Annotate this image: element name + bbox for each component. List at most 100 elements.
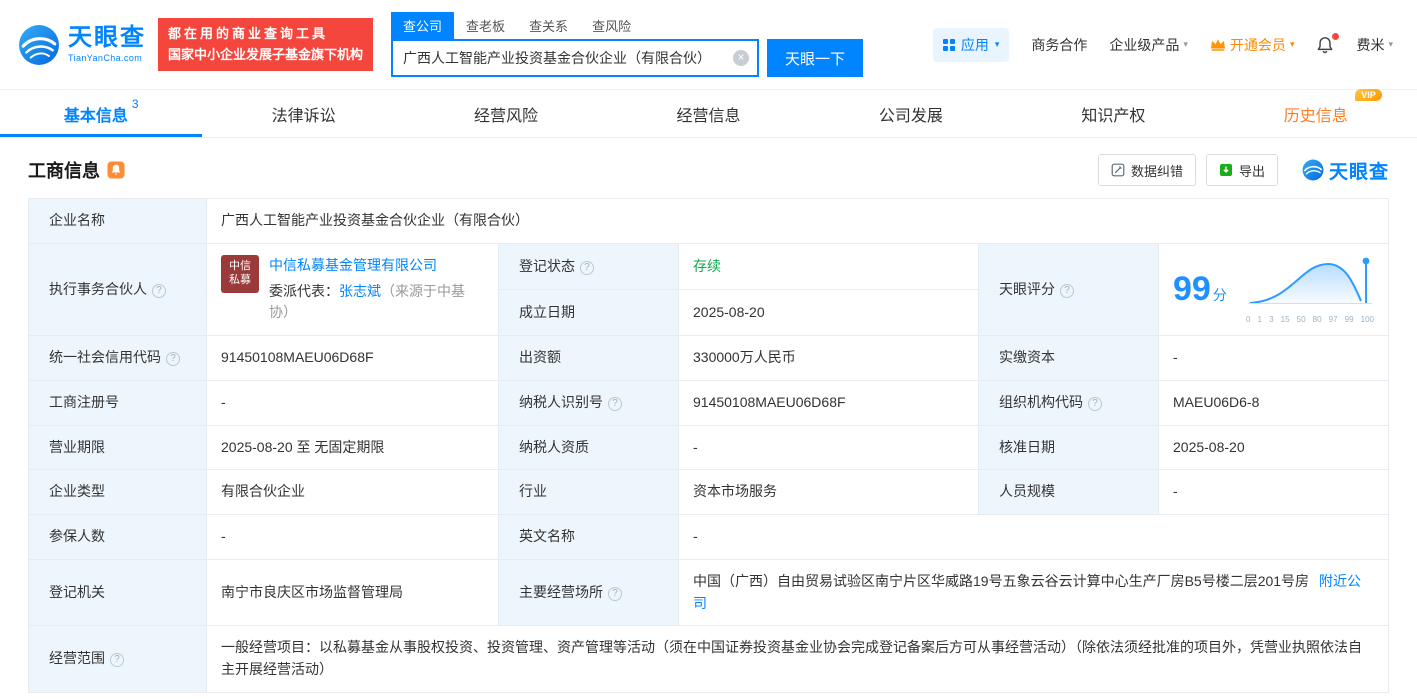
row-company-name: 企业名称 广西人工智能产业投资基金合伙企业（有限合伙）: [29, 199, 1389, 244]
value-establish-date: 2025-08-20: [679, 290, 979, 336]
export-button[interactable]: 导出: [1206, 154, 1278, 186]
watermark-text: 天眼查: [1329, 157, 1389, 184]
info-icon[interactable]: ?: [166, 352, 180, 366]
label-taxpayer-quality: 纳税人资质: [499, 425, 679, 470]
tab-label: 法律诉讼: [272, 102, 336, 126]
label-tianyan-score: 天眼评分?: [979, 243, 1159, 336]
tab-legal-proceedings[interactable]: 法律诉讼: [202, 90, 404, 137]
tab-label: 经营信息: [676, 102, 740, 126]
value-registration-number: -: [207, 381, 499, 426]
row-credit-code: 统一社会信用代码? 91450108MAEU06D68F 出资额 330000万…: [29, 336, 1389, 381]
value-company-type: 有限合伙企业: [207, 470, 499, 515]
tab-operating-info[interactable]: 经营信息: [607, 90, 809, 137]
label-company-type: 企业类型: [29, 470, 207, 515]
export-excel-icon: [1219, 163, 1233, 177]
info-icon[interactable]: ?: [1088, 397, 1102, 411]
section-title-text: 工商信息: [28, 157, 100, 183]
search-tab-relation[interactable]: 查关系: [517, 12, 580, 39]
tab-intellectual-property[interactable]: 知识产权: [1012, 90, 1214, 137]
search-tab-boss[interactable]: 查老板: [454, 12, 517, 39]
value-taxpayer-quality: -: [679, 425, 979, 470]
value-org-code: MAEU06D6-8: [1159, 381, 1389, 426]
info-icon[interactable]: ?: [110, 653, 124, 667]
label-staff-size: 人员规模: [979, 470, 1159, 515]
value-english-name: -: [679, 515, 1389, 560]
clear-search-icon[interactable]: ×: [733, 50, 749, 66]
row-insured-count: 参保人数 - 英文名称 -: [29, 515, 1389, 560]
search-button[interactable]: 天眼一下: [767, 39, 863, 77]
company-page-tabs: 基本信息 3 法律诉讼 经营风险 经营信息 公司发展 知识产权 历史信息 VIP: [0, 90, 1417, 138]
slogan-line-1: 都在用的商业查询工具: [168, 24, 363, 45]
tab-label: 知识产权: [1081, 102, 1145, 126]
value-executive-partner: 中信 私募 中信私募基金管理有限公司 委派代表：张志斌（来源于中基协）: [207, 243, 499, 336]
tianyancha-logo[interactable]: 天眼查 TianYanCha.com: [18, 24, 146, 66]
tianyancha-watermark-logo: 天眼查: [1302, 157, 1389, 184]
user-menu[interactable]: 费米 ▾: [1356, 35, 1393, 55]
chevron-down-icon: ▾: [995, 39, 1000, 50]
info-icon[interactable]: ?: [608, 587, 622, 601]
value-taxpayer-id: 91450108MAEU06D68F: [679, 381, 979, 426]
tab-label: 基本信息: [64, 102, 128, 126]
chevron-down-icon: ▾: [1183, 39, 1188, 50]
value-business-address: 中国（广西）自由贸易试验区南宁片区华威路19号五象云谷云计算中心生产厂房B5号楼…: [679, 559, 1389, 625]
search-input[interactable]: [403, 50, 727, 66]
tab-history-info[interactable]: 历史信息 VIP: [1215, 90, 1417, 137]
nav-label: 企业级产品: [1109, 35, 1179, 55]
chevron-down-icon: ▾: [1290, 39, 1295, 50]
value-insured-count: -: [207, 515, 499, 560]
username: 费米: [1356, 35, 1384, 55]
label-approval-date: 核准日期: [979, 425, 1159, 470]
subscribe-bell-icon[interactable]: [107, 161, 125, 179]
button-label: 数据纠错: [1131, 161, 1183, 180]
info-icon[interactable]: ?: [1060, 284, 1074, 298]
button-label: 导出: [1239, 161, 1265, 180]
brand-name: 天眼查: [68, 26, 146, 50]
apps-grid-icon: [943, 39, 955, 51]
value-staff-size: -: [1159, 470, 1389, 515]
section-header: 工商信息 数据纠错 导出: [28, 154, 1389, 186]
row-business-term: 营业期限 2025-08-20 至 无固定期限 纳税人资质 - 核准日期 202…: [29, 425, 1389, 470]
nav-business-cooperation[interactable]: 商务合作: [1031, 35, 1087, 55]
value-approval-date: 2025-08-20: [1159, 425, 1389, 470]
tab-basic-info[interactable]: 基本信息 3: [0, 90, 202, 137]
row-company-type: 企业类型 有限合伙企业 行业 资本市场服务 人员规模 -: [29, 470, 1389, 515]
partner-company-link[interactable]: 中信私募基金管理有限公司: [269, 257, 437, 273]
value-registration-authority: 南宁市良庆区市场监督管理局: [207, 559, 499, 625]
search-tab-company[interactable]: 查公司: [391, 12, 454, 39]
info-icon[interactable]: ?: [608, 397, 622, 411]
score-curve-icon: [1246, 255, 1374, 309]
tianyancha-logo-icon: [1302, 159, 1324, 181]
search-area: 查公司 查老板 查关系 查风险 × 天眼一下: [391, 12, 863, 77]
info-icon[interactable]: ?: [152, 284, 166, 298]
label-company-name: 企业名称: [29, 199, 207, 244]
score-axis-ticks: 0131550809799100: [1246, 316, 1374, 324]
nav-label: 商务合作: [1031, 35, 1087, 55]
apps-menu[interactable]: 应用 ▾: [933, 28, 1010, 62]
tab-company-development[interactable]: 公司发展: [810, 90, 1012, 137]
value-industry: 资本市场服务: [679, 470, 979, 515]
nav-enterprise-products[interactable]: 企业级产品 ▾: [1109, 35, 1188, 55]
partner-rep-link[interactable]: 张志斌: [339, 283, 381, 299]
apps-label: 应用: [961, 35, 989, 55]
tianyancha-logo-icon: [18, 24, 60, 66]
notifications-bell[interactable]: [1316, 36, 1334, 54]
info-icon[interactable]: ?: [580, 261, 594, 275]
value-company-name: 广西人工智能产业投资基金合伙企业（有限合伙）: [207, 199, 1389, 244]
business-info-table: 企业名称 广西人工智能产业投资基金合伙企业（有限合伙） 执行事务合伙人? 中信 …: [28, 198, 1389, 693]
label-registration-authority: 登记机关: [29, 559, 207, 625]
nav-upgrade-vip[interactable]: 开通会员 ▾: [1210, 35, 1295, 55]
partner-text: 中信私募基金管理有限公司 委派代表：张志斌（来源于中基协）: [269, 255, 484, 324]
label-business-term: 营业期限: [29, 425, 207, 470]
label-registration-status: 登记状态?: [499, 243, 679, 289]
label-business-scope: 经营范围?: [29, 626, 207, 692]
tab-label: 经营风险: [474, 102, 538, 126]
tab-operating-risk[interactable]: 经营风险: [405, 90, 607, 137]
label-industry: 行业: [499, 470, 679, 515]
top-bar: 天眼查 TianYanCha.com 都在用的商业查询工具 国家中小企业发展子基…: [0, 0, 1417, 90]
row-registration-authority: 登记机关 南宁市良庆区市场监督管理局 主要经营场所? 中国（广西）自由贸易试验区…: [29, 559, 1389, 625]
search-tab-risk[interactable]: 查风险: [580, 12, 643, 39]
score-number[interactable]: 99分: [1173, 263, 1227, 316]
data-correction-button[interactable]: 数据纠错: [1098, 154, 1196, 186]
partner-logo-badge: 中信 私募: [221, 255, 259, 293]
label-capital: 出资额: [499, 336, 679, 381]
